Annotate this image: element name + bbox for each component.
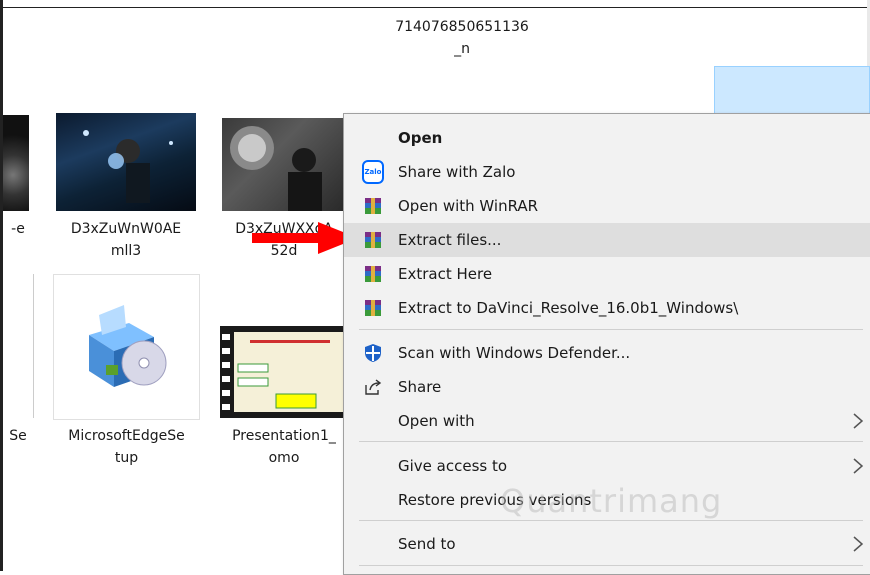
video-frame-icon <box>222 332 343 412</box>
file-caption: Se <box>9 428 27 444</box>
watermark-logo: Quantrimang <box>500 482 722 520</box>
file-caption-line: 714076850651136 <box>395 19 529 35</box>
file-thumbnail-video[interactable] <box>220 326 343 418</box>
file-caption: Presentation1_ omo <box>232 428 336 466</box>
menu-item-give-access-to[interactable]: Give access to <box>344 449 870 483</box>
watermark-text: Quantrimang <box>500 482 723 520</box>
menu-item-label: Open <box>398 129 443 147</box>
menu-item-label: Open with WinRAR <box>398 197 539 215</box>
chevron-right-icon <box>853 536 864 552</box>
menu-item-share-with-zalo[interactable]: Zalo Share with Zalo <box>344 155 870 189</box>
zalo-icon: Zalo <box>362 160 384 184</box>
winrar-icon <box>362 263 384 285</box>
file-thumbnail-image[interactable] <box>56 113 196 211</box>
menu-item-open[interactable]: Open <box>344 121 870 155</box>
menu-item-label: Open with <box>398 412 475 430</box>
menu-item-label: Give access to <box>398 457 508 475</box>
menu-item-extract-to-folder[interactable]: Extract to DaVinci_Resolve_16.0b1_Window… <box>344 291 870 325</box>
menu-item-label: Share with Zalo <box>398 163 516 181</box>
share-icon <box>362 376 384 398</box>
selected-file-highlight[interactable] <box>714 66 870 120</box>
file-caption-line: _n <box>454 41 470 57</box>
file-caption: -e <box>11 221 25 237</box>
menu-item-extract-here[interactable]: Extract Here <box>344 257 870 291</box>
menu-item-scan-with-defender[interactable]: Scan with Windows Defender... <box>344 336 870 370</box>
winrar-icon <box>362 195 384 217</box>
file-caption: D3xZuWnW0AE mll3 <box>70 221 182 259</box>
file-thumbnail-image[interactable] <box>222 118 343 211</box>
photo-figure <box>230 126 322 211</box>
menu-item-label: Send to <box>398 535 456 553</box>
photo-figure <box>83 130 173 203</box>
file-caption: MicrosoftEdgeSe tup <box>68 428 185 466</box>
file-thumbnail-partial[interactable] <box>3 274 34 418</box>
menu-item-open-with-winrar[interactable]: Open with WinRAR <box>344 189 870 223</box>
window-top-edge <box>0 0 870 8</box>
installer-icon <box>89 305 167 387</box>
chevron-right-icon <box>853 413 864 429</box>
menu-item-open-with[interactable]: Open with <box>344 404 870 438</box>
menu-item-label: Extract to DaVinci_Resolve_16.0b1_Window… <box>398 299 739 317</box>
menu-separator <box>359 565 863 566</box>
menu-item-label: Share <box>398 378 442 396</box>
file-thumbnail-installer[interactable] <box>53 274 200 420</box>
menu-separator <box>359 441 863 442</box>
file-thumbnail-partial[interactable] <box>3 115 29 211</box>
file-caption-top: 714076850651136 _n <box>382 16 542 60</box>
zalo-icon-text: Zalo <box>362 160 384 184</box>
defender-shield-icon <box>362 342 384 364</box>
menu-item-extract-files[interactable]: Extract files... <box>344 223 870 257</box>
winrar-icon <box>362 297 384 319</box>
chevron-right-icon <box>853 458 864 474</box>
menu-item-label: Extract Here <box>398 265 493 283</box>
menu-separator <box>359 329 863 330</box>
winrar-icon <box>362 229 384 251</box>
menu-item-label: Scan with Windows Defender... <box>398 344 631 362</box>
menu-item-label: Extract files... <box>398 231 502 249</box>
menu-item-send-to[interactable]: Send to <box>344 527 870 561</box>
menu-item-share[interactable]: Share <box>344 370 870 404</box>
menu-separator <box>359 520 863 521</box>
